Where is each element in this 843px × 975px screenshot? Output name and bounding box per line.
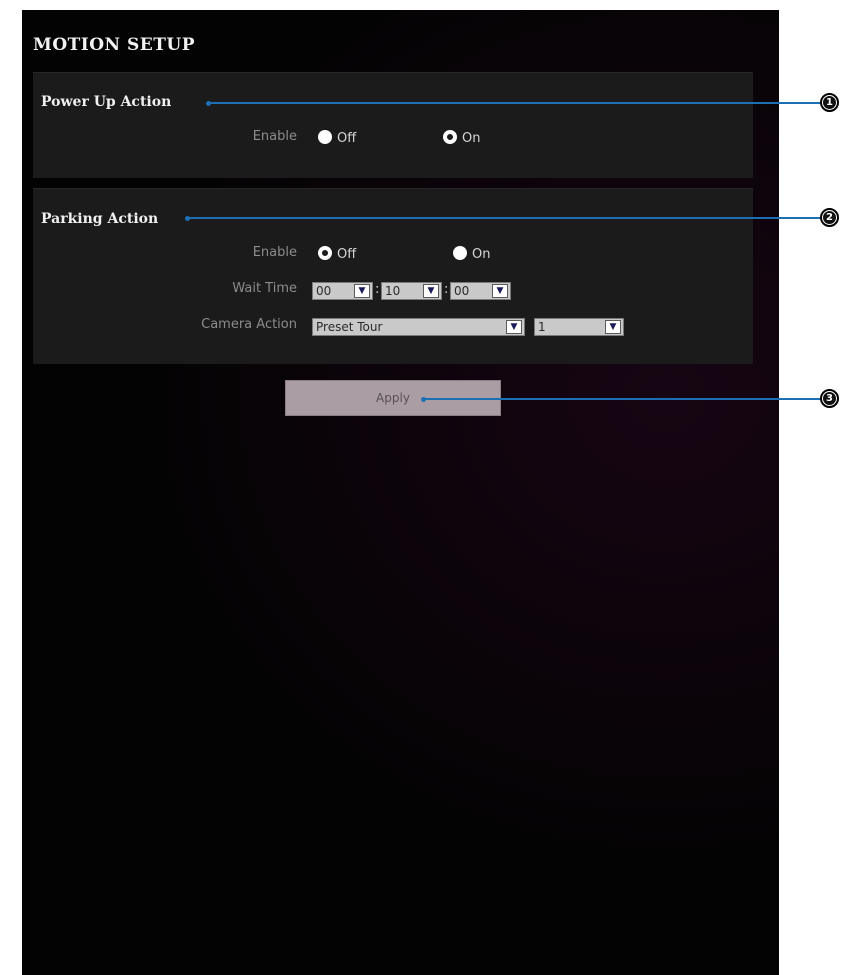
chevron-down-icon: ▼ [506,320,522,334]
chevron-down-icon: ▼ [423,284,439,298]
camera-action-value: Preset Tour [316,320,383,334]
callout-line-1 [209,102,821,104]
wait-time-minutes-select[interactable]: 10 ▼ [381,282,442,300]
wait-time-hours-select[interactable]: 00 ▼ [312,282,373,300]
power-up-action-panel: Power Up Action Enable Off On [33,72,753,178]
wait-time-seconds-value: 00 [454,284,470,298]
callout-line-2 [188,217,821,219]
power-up-on-label: On [462,131,481,146]
callout-number-1: 1 [823,96,836,109]
wait-time-hours-value: 00 [316,284,332,298]
camera-action-label: Camera Action [201,317,297,332]
callout-number-2: 2 [823,211,836,224]
chevron-down-icon: ▼ [492,284,508,298]
callout-badge-3: 3 [820,389,839,408]
callout-number-3: 3 [823,392,836,405]
camera-action-number-value: 1 [538,320,546,334]
power-up-enable-label: Enable [252,129,297,144]
parking-off-radio[interactable] [318,246,332,260]
time-separator: : [375,282,380,297]
callout-badge-2: 2 [820,208,839,227]
time-separator: : [444,282,449,297]
callout-line-3 [424,398,821,400]
camera-action-select[interactable]: Preset Tour ▼ [312,318,525,336]
parking-on-label: On [472,247,491,262]
chevron-down-icon: ▼ [354,284,370,298]
camera-action-number-select[interactable]: 1 ▼ [534,318,624,336]
parking-action-panel: Parking Action Enable Off On Wait Time 0… [33,188,753,364]
page-title: MOTION SETUP [33,35,195,55]
motion-setup-screen: MOTION SETUP Power Up Action Enable Off … [22,10,779,975]
chevron-down-icon: ▼ [605,320,621,334]
power-up-off-radio[interactable] [318,130,332,144]
power-up-off-label: Off [337,131,357,146]
parking-action-title: Parking Action [41,211,159,227]
power-up-on-radio[interactable] [443,130,457,144]
wait-time-label: Wait Time [232,281,297,296]
callout-badge-1: 1 [820,93,839,112]
wait-time-seconds-select[interactable]: 00 ▼ [450,282,511,300]
wait-time-minutes-value: 10 [385,284,401,298]
parking-off-label: Off [337,247,357,262]
parking-on-radio[interactable] [453,246,467,260]
parking-enable-label: Enable [252,245,297,260]
power-up-action-title: Power Up Action [41,94,172,110]
